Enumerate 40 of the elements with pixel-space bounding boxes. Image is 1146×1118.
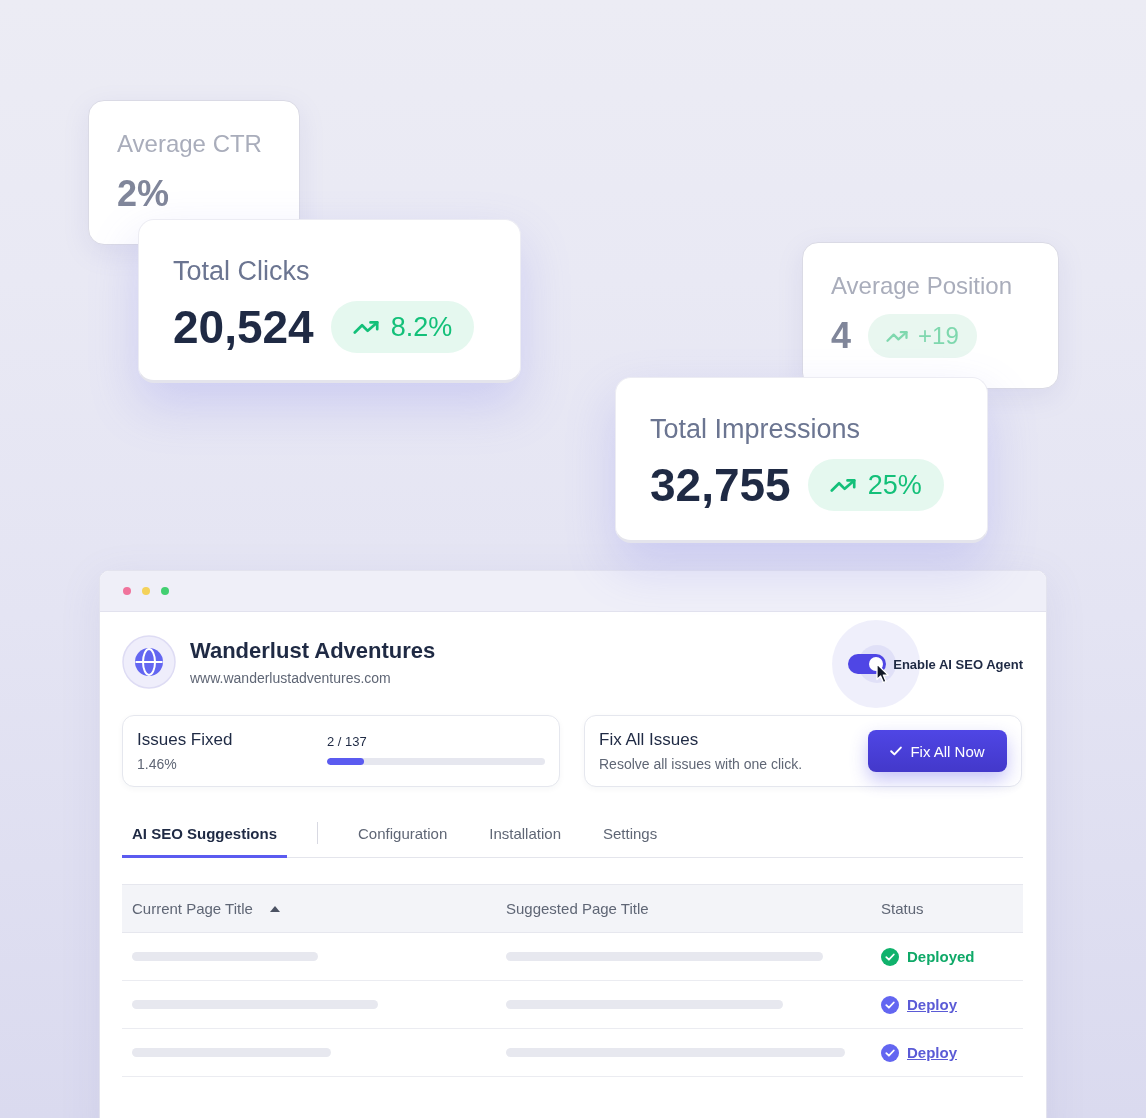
fixed-percent: 1.46% (137, 755, 177, 773)
tab[interactable]: Configuration (348, 809, 458, 858)
card-title: Fix All Issues (599, 729, 699, 750)
metric-value: 32,755 (650, 459, 791, 511)
fix-all-button[interactable]: Fix All Now (868, 730, 1007, 772)
issues-count: 2 / 137 (327, 733, 367, 750)
change-text: +19 (918, 322, 959, 350)
deploy-link[interactable]: Deploy (907, 1044, 957, 1061)
metric-value: 20,524 (173, 301, 314, 353)
close-dot-icon[interactable] (123, 587, 131, 595)
tab[interactable]: Installation (479, 809, 571, 858)
metric-value: 4 (831, 314, 852, 358)
change-text: 25% (867, 469, 922, 501)
column-header[interactable]: Suggested Page Title (506, 900, 649, 917)
maximize-dot-icon[interactable] (161, 587, 169, 595)
tab[interactable]: AI SEO Suggestions (122, 809, 288, 858)
check-circle-icon (881, 1043, 899, 1062)
minimize-dot-icon[interactable] (142, 587, 150, 595)
metric-label: Total Clicks (173, 255, 310, 288)
metric-label: Average CTR (117, 129, 262, 159)
toggle-label: Enable AI SEO Agent (893, 656, 1023, 672)
metric-label: Total Impressions (650, 413, 861, 446)
card-title: Issues Fixed (137, 729, 233, 750)
card-description: Resolve all issues with one click. (599, 755, 803, 773)
check-icon (890, 746, 903, 756)
column-header[interactable]: Current Page Title (132, 900, 253, 917)
site-url: www.wanderlustadventures.com (190, 668, 391, 687)
metric-value: 2% (117, 172, 170, 216)
site-title: Wanderlust Adventures (190, 637, 436, 664)
tab[interactable]: Settings (593, 809, 668, 858)
deploy-link[interactable]: Deploy (907, 996, 957, 1013)
sort-ascending-icon[interactable] (269, 905, 280, 912)
column-header[interactable]: Status (881, 900, 924, 917)
change-text: 8.2% (390, 311, 453, 343)
check-circle-icon (881, 947, 899, 966)
status-text: Deployed (907, 948, 975, 965)
globe-icon (122, 635, 176, 689)
cursor-icon (876, 663, 891, 684)
metric-label: Average Position (831, 271, 1012, 301)
check-circle-icon (881, 995, 899, 1014)
